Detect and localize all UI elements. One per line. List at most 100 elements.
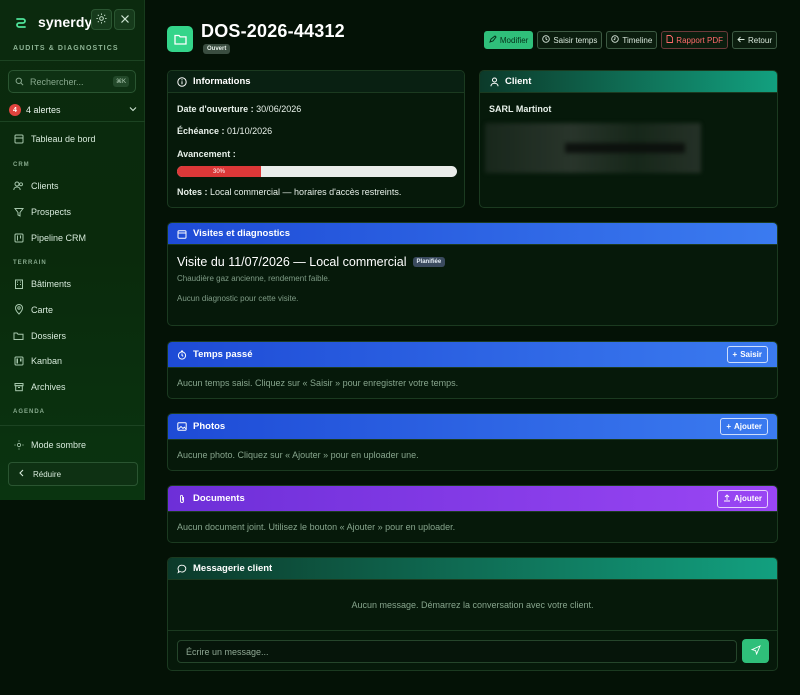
sidebar-item-batiments[interactable]: Bâtiments [13,278,71,289]
pencil-icon [489,35,497,45]
history-icon [611,35,620,45]
dark-mode-toggle[interactable]: Mode sombre [13,439,86,450]
divider [0,425,145,426]
alerts-toggle[interactable]: 4 4 alertes [9,104,137,116]
sidebar-item-clients[interactable]: Clients [13,180,59,191]
sidebar-item-dossiers[interactable]: Dossiers [13,330,66,341]
no-diagnostic-text: Aucun diagnostic pour cette visite. [177,294,299,303]
notes-label: Notes : [177,187,208,197]
visit-item[interactable]: Visite du 11/07/2026 — Local commercial … [177,255,446,269]
send-button[interactable] [742,639,769,663]
section-label-agenda: AGENDA [13,409,46,415]
search-box[interactable]: Rechercher... ⌘K [8,70,136,93]
sidebar-item-label: Kanban [31,355,63,366]
log-time-button[interactable]: Saisir temps [537,31,603,49]
add-photo-label: Ajouter [734,422,762,431]
paperclip-icon [177,494,187,504]
photos-empty-text: Aucune photo. Cliquez sur « Ajouter » po… [177,450,419,460]
sidebar-item-label: Archives [31,381,66,392]
app-subtitle: AUDITS & DIAGNOSTICS [13,45,119,52]
notes: Notes : Local commercial — horaires d'ac… [177,187,401,197]
opening-date-value: 30/06/2026 [256,104,302,114]
sidebar-item-pipeline[interactable]: Pipeline CRM [13,232,86,243]
back-button[interactable]: Retour [731,31,777,49]
chat-icon [177,564,187,574]
opening-date-label: Date d'ouverture : [177,104,254,114]
client-title: Client [505,76,532,87]
sidebar-item-carte[interactable]: Carte [13,304,53,315]
search-input[interactable]: Rechercher... [30,77,107,87]
close-sidebar-button[interactable] [114,9,135,30]
alerts-count-badge: 4 [9,104,21,116]
header-actions: Modifier Saisir temps Timeline Rapport P… [483,31,777,49]
visit-title: Visite du 11/07/2026 — Local commercial [177,255,407,269]
progress-bar: 30% [177,166,457,177]
sidebar-item-label: Prospects [31,206,72,217]
divider [168,630,777,631]
redacted-client-line [565,143,685,153]
sidebar-item-dashboard[interactable]: Tableau de bord [13,133,96,144]
documents-header: Documents Ajouter [168,486,777,512]
message-input-placeholder: Écrire un message... [186,646,269,657]
divider [0,60,145,61]
informations-header: Informations [168,71,464,93]
due-date: Échéance : 01/10/2026 [177,126,272,136]
visits-title: Visites et diagnostics [193,228,290,239]
messages-empty-text: Aucun message. Démarrez la conversation … [351,600,594,610]
add-document-button[interactable]: Ajouter [717,489,768,508]
client-header: Client [480,71,777,93]
pdf-report-label: Rapport PDF [676,35,723,45]
brand[interactable]: synerdys [14,14,100,30]
timeline-label: Timeline [622,35,653,45]
messaging-title: Messagerie client [193,563,273,574]
sidebar-item-label: Tableau de bord [31,133,96,144]
sidebar-item-prospects[interactable]: Prospects [13,206,71,217]
edit-button[interactable]: Modifier [483,31,534,49]
send-icon [750,642,761,660]
kanban-icon [13,355,24,366]
stopwatch-icon [177,350,187,360]
section-label-terrain: TERRAIN [13,260,47,266]
client-name[interactable]: SARL Martinot [489,104,551,114]
logo-icon [14,15,28,29]
sidebar-item-label: Carte [31,304,54,315]
informations-card: Informations Date d'ouverture : 30/06/20… [167,70,465,208]
photos-title: Photos [193,421,226,432]
add-photo-button[interactable]: + Ajouter [720,418,768,435]
users-icon [13,180,24,191]
timeline-button[interactable]: Timeline [606,31,658,49]
visits-header: Visites et diagnostics [168,223,777,245]
archive-icon [13,381,24,392]
search-icon [15,73,24,91]
progress-label: Avancement : [177,149,236,159]
sidebar-item-kanban[interactable]: Kanban [13,355,62,366]
building-icon [13,278,24,289]
message-input[interactable]: Écrire un message... [177,640,737,663]
visits-card: Visites et diagnostics Visite du 11/07/2… [167,222,778,326]
pipeline-icon [13,232,24,243]
info-icon [177,76,187,87]
add-document-label: Ajouter [734,494,762,503]
visit-note: Chaudière gaz ancienne, rendement faible… [177,274,330,283]
sidebar-item-archives[interactable]: Archives [13,381,66,392]
filter-icon [13,206,24,217]
map-pin-icon [13,304,24,315]
close-icon [120,13,130,27]
folder-icon [167,26,193,52]
pdf-report-button[interactable]: Rapport PDF [661,31,728,49]
messaging-card: Messagerie client Aucun message. Démarre… [167,557,778,671]
log-time-label: Saisir temps [553,35,598,45]
clock-icon [542,35,551,45]
collapse-sidebar-button[interactable]: Réduire [8,462,138,486]
sidebar-item-label: Clients [31,180,59,191]
section-label-crm: CRM [13,162,30,168]
folder-icon [13,330,24,341]
calendar-icon [177,229,187,239]
arrow-left-icon [737,36,745,45]
chevron-down-icon [129,105,137,115]
theme-toggle-button[interactable] [91,9,112,30]
divider [0,121,145,122]
time-empty-text: Aucun temps saisi. Cliquez sur « Saisir … [177,378,459,388]
log-time-add-button[interactable]: + Saisir [726,346,768,363]
documents-title: Documents [193,493,245,504]
